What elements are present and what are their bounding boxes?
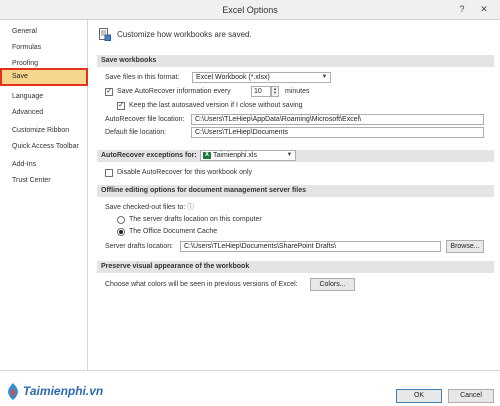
sidebar-item-advanced[interactable]: Advanced — [0, 106, 88, 119]
save-document-icon — [99, 28, 111, 41]
sidebar-item-general[interactable]: General — [0, 25, 88, 38]
sidebar-item-save[interactable]: Save — [0, 68, 88, 86]
info-icon: ⓘ — [187, 204, 195, 211]
sidebar-item-formulas[interactable]: Formulas — [0, 41, 88, 54]
panel-header-text: Customize how workbooks are saved. — [117, 30, 252, 39]
server-drafts-location-label: Server drafts location: — [105, 243, 174, 250]
radio-server-drafts[interactable] — [117, 216, 125, 224]
radio-office-document-cache-label: The Office Document Cache — [129, 228, 218, 235]
close-button[interactable]: ✕ — [476, 2, 492, 16]
dialog-footer: Taimienphi.vn OK Cancel — [0, 370, 500, 406]
sidebar-item-language[interactable]: Language — [0, 90, 88, 103]
colors-label: Choose what colors will be seen in previ… — [105, 281, 298, 288]
section-save-workbooks: Save workbooks — [97, 55, 494, 67]
chevron-down-icon: ▼ — [286, 152, 293, 158]
watermark-logo-icon — [8, 383, 18, 400]
title-bar: Excel Options ? ✕ — [0, 0, 500, 20]
save-options-panel: Customize how workbooks are saved. Save … — [89, 20, 500, 370]
watermark-text: Taimienphi.vn — [23, 384, 104, 398]
window-title: Excel Options — [222, 5, 278, 15]
section-offline-editing: Offline editing options for document man… — [97, 185, 494, 197]
save-checked-out-label: Save checked-out files to: ⓘ — [105, 203, 194, 213]
exceptions-workbook-value: Taimienphi.xls — [213, 152, 257, 159]
exceptions-workbook-select[interactable]: X Taimienphi.xls ▼ — [200, 150, 296, 161]
format-select-value: Excel Workbook (*.xlsx) — [196, 74, 270, 81]
browse-button[interactable]: Browse... — [446, 240, 484, 253]
chevron-down-icon: ▼ — [321, 74, 328, 80]
autorecover-minutes-input[interactable]: 10 — [251, 86, 271, 97]
colors-button[interactable]: Colors... — [310, 278, 355, 291]
sidebar-item-customize-ribbon[interactable]: Customize Ribbon — [0, 124, 88, 137]
options-sidebar: General Formulas Proofing Save Language … — [0, 20, 88, 370]
save-checked-out-text: Save checked-out files to: — [105, 204, 186, 211]
keep-last-autosaved-label: Keep the last autosaved version if I clo… — [129, 102, 303, 109]
autorecover-location-input[interactable]: C:\Users\TLeHiep\AppData\Roaming\Microso… — [191, 114, 484, 125]
radio-server-drafts-label: The server drafts location on this compu… — [129, 216, 262, 223]
autorecover-label: Save AutoRecover information every — [117, 88, 231, 95]
autorecover-exceptions-label: AutoRecover exceptions for: — [101, 152, 197, 159]
disable-autorecover-label: Disable AutoRecover for this workbook on… — [117, 169, 253, 176]
sidebar-item-trust-center[interactable]: Trust Center — [0, 174, 88, 187]
sidebar-item-add-ins[interactable]: Add-Ins — [0, 158, 88, 171]
help-button[interactable]: ? — [454, 2, 470, 16]
format-label: Save files in this format: — [105, 74, 180, 81]
radio-office-document-cache[interactable] — [117, 228, 125, 236]
spin-down-icon[interactable]: ▼ — [272, 91, 278, 95]
ok-button[interactable]: OK — [396, 389, 442, 403]
disable-autorecover-checkbox[interactable] — [105, 169, 113, 177]
minutes-label: minutes — [285, 88, 310, 95]
server-drafts-location-input[interactable]: C:\Users\TLeHiep\Documents\SharePoint Dr… — [180, 241, 441, 252]
excel-icon: X — [203, 152, 211, 159]
autorecover-checkbox[interactable]: ✓ — [105, 88, 113, 96]
default-location-input[interactable]: C:\Users\TLeHiep\Documents — [191, 127, 484, 138]
minutes-spinner[interactable]: ▲ ▼ — [271, 86, 279, 97]
keep-last-autosaved-checkbox[interactable]: ✓ — [117, 102, 125, 110]
cancel-button[interactable]: Cancel — [448, 389, 494, 403]
autorecover-location-label: AutoRecover file location: — [105, 116, 185, 123]
sidebar-item-quick-access-toolbar[interactable]: Quick Access Toolbar — [0, 140, 88, 153]
section-preserve-appearance: Preserve visual appearance of the workbo… — [97, 261, 494, 273]
format-select[interactable]: Excel Workbook (*.xlsx) ▼ — [192, 72, 331, 83]
default-location-label: Default file location: — [105, 129, 167, 136]
